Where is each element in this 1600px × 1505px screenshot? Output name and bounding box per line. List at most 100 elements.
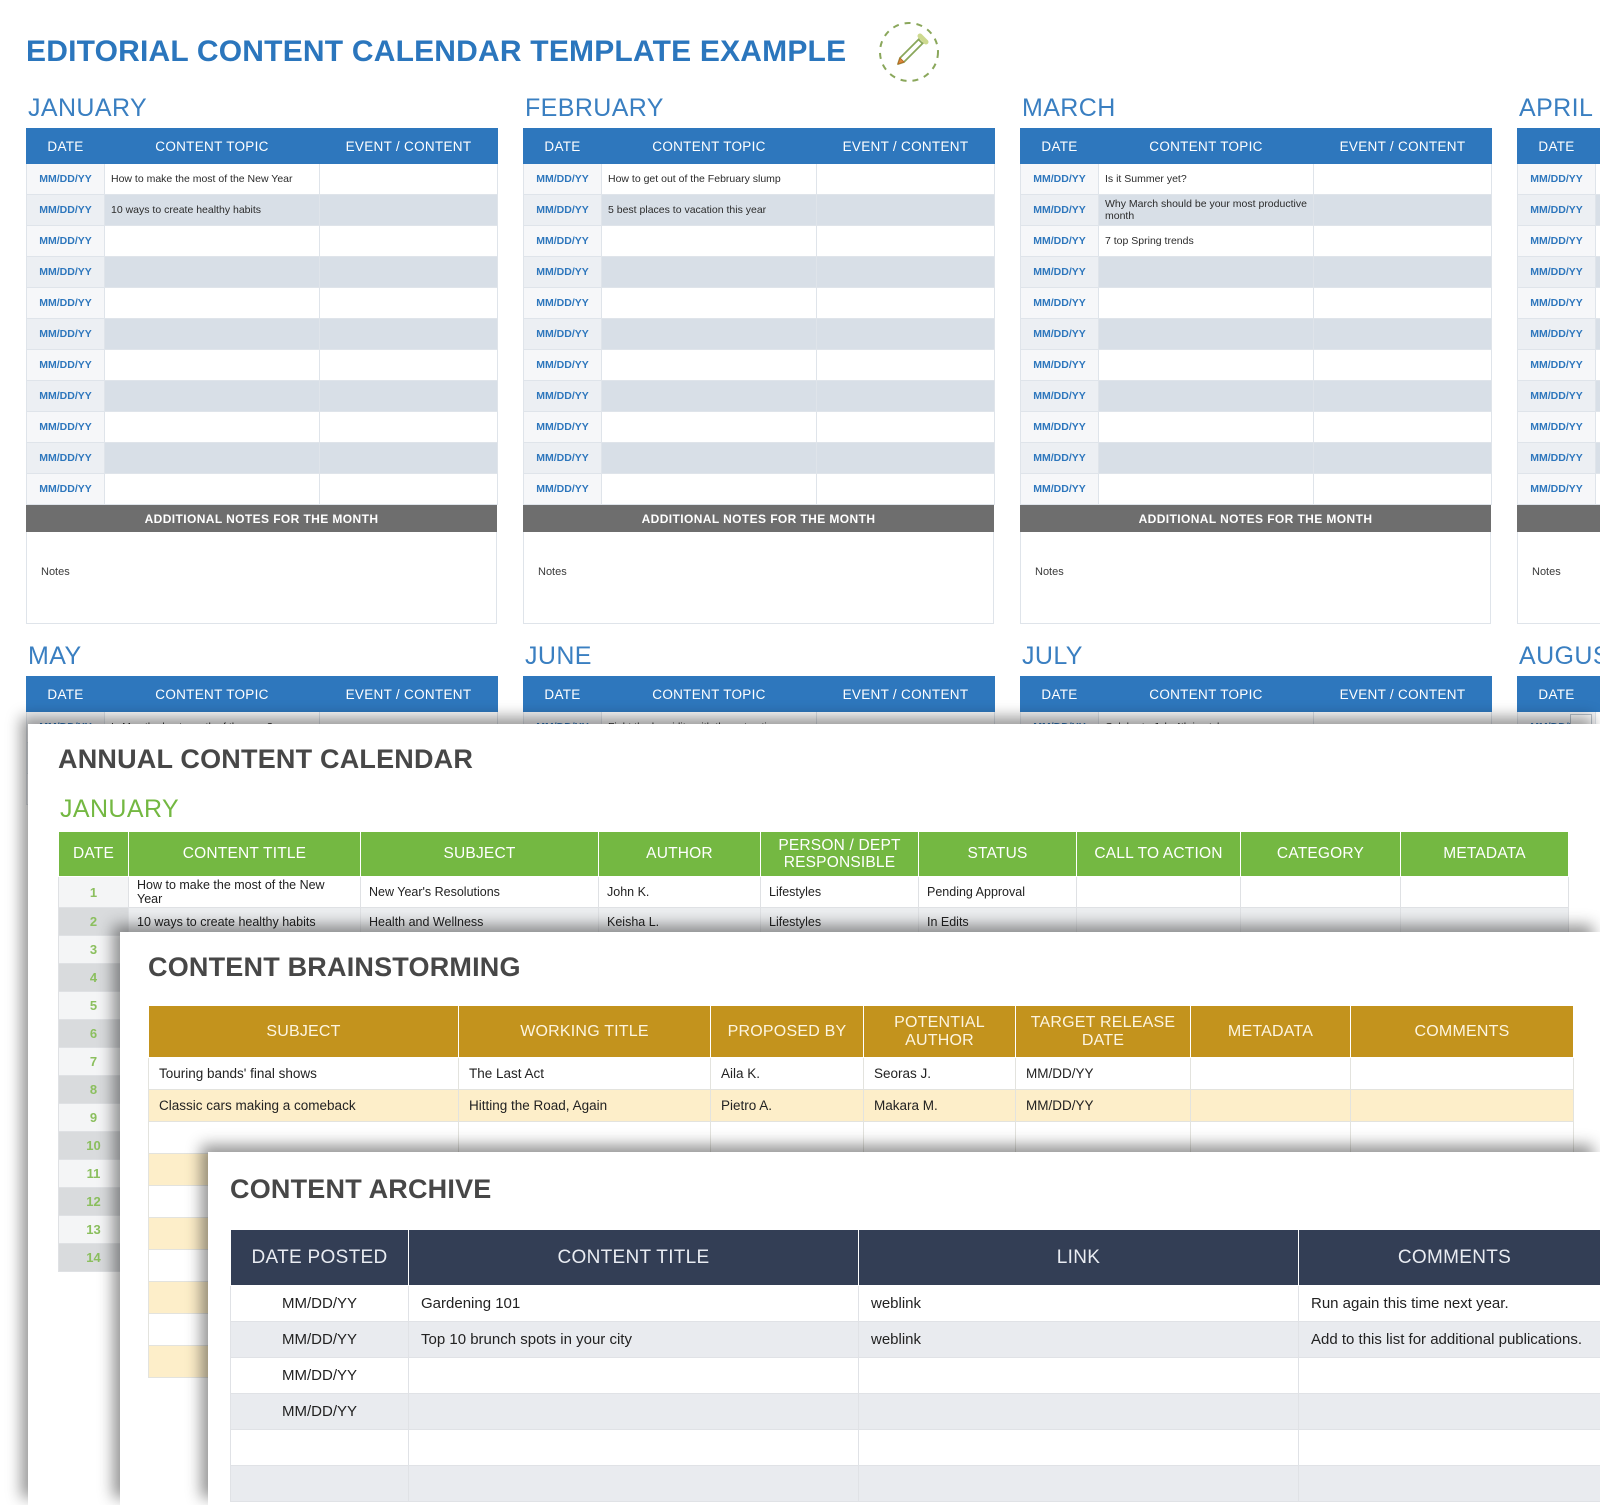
- cell-link[interactable]: [859, 1358, 1299, 1394]
- cell-author[interactable]: John K.: [599, 877, 761, 908]
- date-cell[interactable]: MM/DD/YY: [1021, 381, 1099, 412]
- cell-metadata[interactable]: [1191, 1058, 1351, 1090]
- date-cell[interactable]: MM/DD/YY: [27, 350, 105, 381]
- topic-cell[interactable]: [105, 412, 320, 443]
- topic-cell[interactable]: Why March should be your most productive…: [1099, 195, 1314, 226]
- date-cell[interactable]: MM/DD/YY: [27, 319, 105, 350]
- date-cell[interactable]: MM/DD/YY: [524, 443, 602, 474]
- notes-box[interactable]: Notes: [26, 532, 497, 624]
- topic-cell[interactable]: [105, 474, 320, 505]
- cell-comments[interactable]: [1299, 1394, 1600, 1430]
- date-cell[interactable]: MM/DD/YY: [524, 412, 602, 443]
- topic-cell[interactable]: [105, 319, 320, 350]
- date-cell[interactable]: MM/DD/YY: [1518, 381, 1596, 412]
- topic-cell[interactable]: [1596, 319, 1600, 350]
- notes-box[interactable]: Notes: [1517, 532, 1600, 624]
- event-cell[interactable]: [320, 474, 498, 505]
- date-cell[interactable]: MM/DD/YY: [524, 226, 602, 257]
- event-cell[interactable]: [817, 443, 995, 474]
- topic-cell[interactable]: [105, 288, 320, 319]
- date-cell[interactable]: MM/DD/YY: [1518, 257, 1596, 288]
- cell-target-release[interactable]: [1016, 1122, 1191, 1154]
- topic-cell[interactable]: [1596, 350, 1600, 381]
- event-cell[interactable]: [320, 319, 498, 350]
- topic-cell[interactable]: 7 top Spring trends: [1099, 226, 1314, 257]
- cell-content-title[interactable]: [409, 1466, 859, 1502]
- date-cell[interactable]: MM/DD/YY: [1021, 226, 1099, 257]
- topic-cell[interactable]: [105, 350, 320, 381]
- topic-cell[interactable]: [1099, 288, 1314, 319]
- cell-subject[interactable]: New Year's Resolutions: [361, 877, 599, 908]
- event-cell[interactable]: [320, 350, 498, 381]
- date-cell[interactable]: MM/DD/YY: [27, 443, 105, 474]
- topic-cell[interactable]: Garden tours in your area: [1596, 226, 1600, 257]
- topic-cell[interactable]: [105, 226, 320, 257]
- cell-potential-author[interactable]: Makara M.: [864, 1090, 1016, 1122]
- date-cell[interactable]: MM/DD/YY: [1518, 226, 1596, 257]
- topic-cell[interactable]: [1596, 474, 1600, 505]
- topic-cell[interactable]: 10 ways to create healthy habits: [105, 195, 320, 226]
- event-cell[interactable]: [1314, 474, 1492, 505]
- event-cell[interactable]: [320, 443, 498, 474]
- topic-cell[interactable]: [602, 319, 817, 350]
- event-cell[interactable]: [817, 226, 995, 257]
- topic-cell[interactable]: [602, 381, 817, 412]
- event-cell[interactable]: [817, 257, 995, 288]
- date-cell[interactable]: MM/DD/YY: [1518, 443, 1596, 474]
- date-cell[interactable]: MM/DD/YY: [524, 474, 602, 505]
- date-cell[interactable]: MM/DD/YY: [524, 319, 602, 350]
- event-cell[interactable]: [817, 350, 995, 381]
- date-cell[interactable]: MM/DD/YY: [524, 195, 602, 226]
- cell-comments[interactable]: [1299, 1430, 1600, 1466]
- event-cell[interactable]: [320, 226, 498, 257]
- topic-cell[interactable]: [1099, 443, 1314, 474]
- cell-comments[interactable]: Add to this list for additional publicat…: [1299, 1322, 1600, 1358]
- month-table[interactable]: DATECONTENT TOPICEVENT / CONTENTMM/DD/YY…: [523, 128, 995, 505]
- event-cell[interactable]: [1314, 195, 1492, 226]
- cell-subject[interactable]: Classic cars making a comeback: [149, 1090, 459, 1122]
- date-cell[interactable]: MM/DD/YY: [27, 164, 105, 195]
- event-cell[interactable]: [817, 319, 995, 350]
- event-cell[interactable]: [1314, 288, 1492, 319]
- event-cell[interactable]: [320, 288, 498, 319]
- topic-cell[interactable]: How to make the most of the New Year: [105, 164, 320, 195]
- cell-comments[interactable]: [1299, 1466, 1600, 1502]
- cell-subject[interactable]: [149, 1122, 459, 1154]
- cell-proposed-by[interactable]: [711, 1122, 864, 1154]
- topic-cell[interactable]: Is it Summer yet?: [1099, 164, 1314, 195]
- cell-comments[interactable]: [1351, 1122, 1574, 1154]
- topic-cell[interactable]: [1596, 288, 1600, 319]
- topic-cell[interactable]: April showers bring these flowers: [1596, 164, 1600, 195]
- editorial-content-calendar-sheet[interactable]: EDITORIAL CONTENT CALENDAR TEMPLATE EXAM…: [0, 0, 1600, 760]
- date-cell[interactable]: MM/DD/YY: [524, 288, 602, 319]
- date-cell[interactable]: MM/DD/YY: [1518, 164, 1596, 195]
- month-table[interactable]: DATECONTENT TOPICEVENT / CONTENTMM/DD/YY…: [1020, 128, 1492, 505]
- topic-cell[interactable]: [105, 257, 320, 288]
- topic-cell[interactable]: [602, 443, 817, 474]
- topic-cell[interactable]: 5 best places to vacation this year: [602, 195, 817, 226]
- topic-cell[interactable]: [602, 412, 817, 443]
- date-cell[interactable]: MM/DD/YY: [1021, 319, 1099, 350]
- date-cell[interactable]: MM/DD/YY: [27, 257, 105, 288]
- cell-content-title[interactable]: [409, 1430, 859, 1466]
- topic-cell[interactable]: [1099, 350, 1314, 381]
- event-cell[interactable]: [320, 195, 498, 226]
- cell-content-title[interactable]: Top 10 brunch spots in your city: [409, 1322, 859, 1358]
- cell-link[interactable]: weblink: [859, 1286, 1299, 1322]
- cell-metadata[interactable]: [1191, 1122, 1351, 1154]
- cell-content-title[interactable]: [409, 1394, 859, 1430]
- cell-person[interactable]: Lifestyles: [761, 877, 919, 908]
- event-cell[interactable]: [1314, 164, 1492, 195]
- cell-working-title[interactable]: The Last Act: [459, 1058, 711, 1090]
- month-table[interactable]: DATECONTENT TOPICEVENT / CONTENTMM/DD/YY…: [1517, 128, 1600, 505]
- date-cell[interactable]: MM/DD/YY: [1518, 319, 1596, 350]
- notes-box[interactable]: Notes: [1020, 532, 1491, 624]
- event-cell[interactable]: [320, 164, 498, 195]
- topic-cell[interactable]: Top 10 things to look for: [1596, 195, 1600, 226]
- cell-date-posted[interactable]: MM/DD/YY: [231, 1394, 409, 1430]
- event-cell[interactable]: [817, 288, 995, 319]
- date-cell[interactable]: MM/DD/YY: [27, 226, 105, 257]
- event-cell[interactable]: [1314, 319, 1492, 350]
- topic-cell[interactable]: [1596, 443, 1600, 474]
- cell-proposed-by[interactable]: Aila K.: [711, 1058, 864, 1090]
